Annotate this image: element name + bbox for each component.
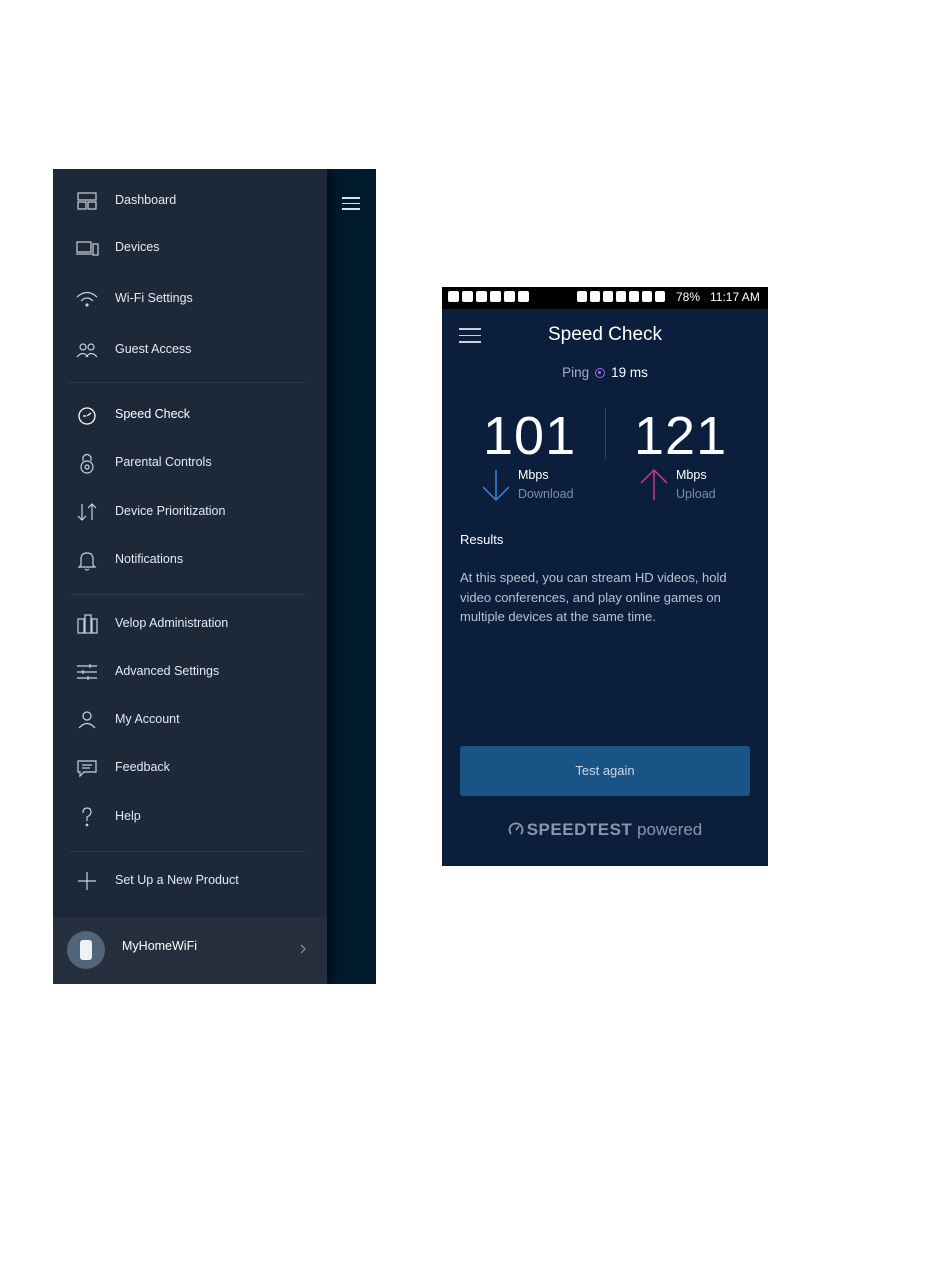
plus-icon [75,869,99,893]
guest-access-icon [75,338,99,362]
calendar-icon [462,291,473,302]
nav-label-notifications: Notifications [115,552,184,566]
nav-label-device-prioritization: Device Prioritization [115,504,226,518]
velop-nodes-icon [75,612,99,636]
priority-arrows-icon [75,500,99,524]
nav-label-feedback: Feedback [115,760,170,774]
app-notification-icon [448,291,459,302]
download-label: Download [518,487,574,501]
nav-item-help[interactable]: Help [53,797,327,837]
speed-check-icon [75,403,99,427]
nav-label-my-account: My Account [115,712,180,726]
bell-icon [75,548,99,572]
lte-icon [642,291,652,302]
menu-icon[interactable] [342,197,360,211]
network-avatar [67,931,105,969]
nav-item-velop-administration[interactable]: Velop Administration [53,604,327,644]
speedtest-gauge-icon [508,822,524,835]
wifi-signal-icon [629,291,639,302]
sim-icon [577,291,587,302]
nav-item-dashboard[interactable]: Dashboard [53,181,327,221]
nav-label-dashboard: Dashboard [115,193,177,207]
status-time: 11:17 AM [710,290,760,304]
nav-item-devices[interactable]: Devices [53,228,327,268]
network-name: MyHomeWiFi [122,939,197,953]
nav-item-guest-access[interactable]: Guest Access [53,330,327,370]
results-description: At this speed, you can stream HD videos,… [460,570,727,624]
nav-label-speed-check: Speed Check [115,407,191,421]
nav-divider [69,594,305,595]
ping-indicator-icon [595,368,606,378]
upload-speed-value: 121 [634,406,728,466]
app-notification-icon [490,291,501,302]
nav-item-set-up-new-product[interactable]: Set Up a New Product [53,861,327,901]
nav-label-guest-access: Guest Access [115,342,192,356]
nav-item-speed-check[interactable]: Speed Check [53,395,327,435]
speed-divider [605,407,606,459]
nav-label-advanced-settings: Advanced Settings [115,664,220,678]
chevron-right-icon [300,944,306,954]
speedtest-brand: SPEEDTEST [526,820,633,839]
download-arrow-icon [482,470,510,502]
nav-label-set-up-new-product: Set Up a New Product [115,873,239,887]
download-unit: Mbps [518,468,549,482]
system-icons [577,291,665,302]
ping-label: Ping [562,365,590,380]
nfc-icon [603,291,613,302]
upload-unit: Mbps [676,468,707,482]
ping-value: 19 ms [611,365,648,380]
navigation-drawer-screenshot: Dashboard Devices Wi-Fi Settings Guest A… [53,169,376,984]
speedtest-powered-logo: SPEEDTEST powered [442,820,768,840]
notification-icons [448,291,529,302]
lock-icon [75,451,99,475]
wifi-icon [75,287,99,311]
ping-readout: Ping 19 ms [442,365,768,380]
upload-arrow-icon [640,468,668,500]
download-speed-value: 101 [483,406,577,466]
sliders-icon [75,660,99,684]
cell-signal-icon [655,291,665,302]
dashboard-icon [75,189,99,213]
nav-label-parental-controls: Parental Controls [115,455,212,469]
alarm-icon [616,291,626,302]
nav-item-parental-controls[interactable]: Parental Controls [53,443,327,483]
nav-item-advanced-settings[interactable]: Advanced Settings [53,652,327,692]
battery-percentage: 78% [676,290,701,304]
nav-item-device-prioritization[interactable]: Device Prioritization [53,492,327,532]
mail-icon [518,291,529,302]
test-again-button[interactable]: Test again [460,746,750,796]
nav-label-devices: Devices [115,240,160,254]
bluetooth-icon [590,291,600,302]
powered-label: powered [637,820,703,839]
music-icon [504,291,515,302]
navigation-drawer: Dashboard Devices Wi-Fi Settings Guest A… [53,169,327,984]
status-bar: 78% 11:17 AM [442,287,768,309]
nav-item-notifications[interactable]: Notifications [53,540,327,580]
upload-label: Upload [676,487,716,501]
devices-icon [75,236,99,260]
nav-item-feedback[interactable]: Feedback [53,748,327,788]
chat-bubble-icon [75,756,99,780]
nav-divider [69,382,305,383]
speed-check-screenshot: 78% 11:17 AM Speed Check Ping 19 ms 101 1… [442,287,768,866]
question-icon [75,805,99,829]
nav-label-velop-administration: Velop Administration [115,616,229,630]
results-heading: Results [460,532,504,547]
nav-item-wifi-settings[interactable]: Wi-Fi Settings [53,279,327,319]
network-selector[interactable]: MyHomeWiFi [53,917,327,984]
nav-label-wifi-settings: Wi-Fi Settings [115,291,193,305]
nav-item-my-account[interactable]: My Account [53,700,327,740]
nav-divider [69,851,305,852]
user-icon [75,708,99,732]
nav-label-help: Help [115,809,141,823]
page-title: Speed Check [547,324,663,345]
app-notification-icon [476,291,487,302]
velop-node-icon [80,940,92,960]
